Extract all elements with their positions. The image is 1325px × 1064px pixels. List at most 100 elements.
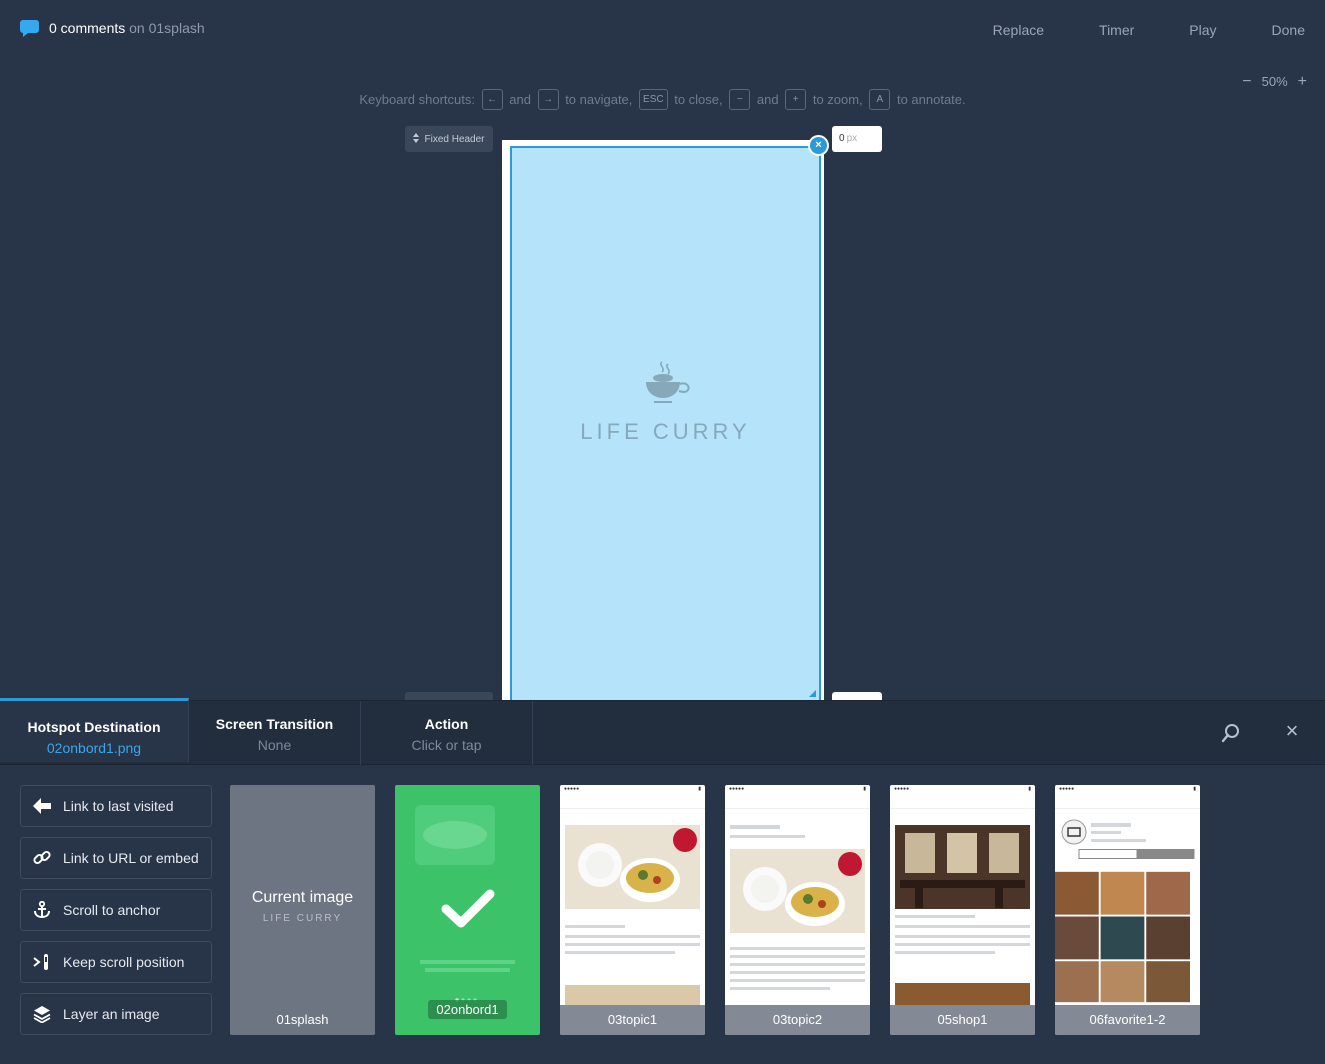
- keep-scroll-position-button[interactable]: Keep scroll position: [20, 941, 212, 983]
- top-bar: 0 comments on 01splash Replace Timer Pla…: [0, 0, 1325, 60]
- mock-text-line: [1091, 839, 1146, 842]
- splash-title: LIFE CURRY: [580, 419, 751, 444]
- shortcuts-navigate: to navigate,: [565, 92, 633, 107]
- comment-bubble-icon: [20, 20, 39, 37]
- tab-value: 02onbord1.png: [46, 740, 142, 756]
- mock-text-line: [895, 915, 975, 918]
- screen-thumb-06favorite1-2[interactable]: ●●●●● ▮ 06favorite1-2: [1055, 785, 1200, 1035]
- arrow-left-icon: [33, 797, 51, 815]
- thumb-caption: 05shop1: [890, 1005, 1035, 1035]
- replace-button[interactable]: Replace: [993, 22, 1044, 38]
- zoom-level: 50%: [1261, 74, 1288, 89]
- mock-nav-title: [1055, 795, 1200, 809]
- mock-text-line: [730, 987, 830, 990]
- key-esc: ESC: [639, 89, 668, 110]
- screen-thumb-03topic2[interactable]: ●●●●● ▮ 03topic2: [725, 785, 870, 1035]
- mock-text-line: [730, 979, 865, 982]
- fixed-header-label: Fixed Header: [424, 133, 485, 145]
- thumb-caption-text: 02onbord1: [428, 1000, 507, 1019]
- restaurant-photo-image: [895, 825, 1030, 909]
- screen-thumb-03topic1[interactable]: ●●●●● ▮ 03topic1: [560, 785, 705, 1035]
- tab-hotspot-destination[interactable]: Hotspot Destination 02onbord1.png: [0, 698, 189, 762]
- tab-action[interactable]: Action Click or tap: [361, 701, 533, 765]
- comments-link[interactable]: 0 comments on 01splash: [20, 20, 205, 37]
- layer-image-button[interactable]: Layer an image: [20, 993, 212, 1035]
- curry-photo-image-2: [565, 985, 700, 1005]
- key-right: →: [537, 89, 559, 110]
- done-button[interactable]: Done: [1272, 22, 1305, 38]
- tab-label: Action: [424, 716, 469, 732]
- mock-nav-title: [890, 795, 1035, 809]
- fixed-header-height-input[interactable]: 0 px: [832, 126, 882, 152]
- curry-photo-image: [565, 825, 700, 909]
- timer-button[interactable]: Timer: [1099, 22, 1134, 38]
- avatar: [1061, 819, 1087, 850]
- splash-logo: LIFE CURRY: [510, 360, 821, 445]
- restaurant-photo-image-2: [895, 983, 1030, 1005]
- tab-label: Hotspot Destination: [27, 719, 161, 735]
- hotspot-delete-button[interactable]: ×: [808, 135, 829, 156]
- scroll-to-anchor-button[interactable]: Scroll to anchor: [20, 889, 212, 931]
- scroll-position-icon: [33, 953, 51, 971]
- favorites-grid-image: [1055, 871, 1190, 1003]
- shortcuts-zoom: to zoom,: [812, 92, 863, 107]
- play-button[interactable]: Play: [1189, 22, 1216, 38]
- mock-statusbar: ●●●●● ▮: [1059, 786, 1196, 792]
- mock-text-line: [895, 925, 1030, 928]
- zoom-control: − 50% +: [1242, 73, 1307, 89]
- keyboard-shortcuts-hint: Keyboard shortcuts: ← and → to navigate,…: [0, 89, 1325, 110]
- layers-icon: [33, 1005, 51, 1023]
- mock-nav-title: [560, 795, 705, 809]
- screen-thumb-02onbord1[interactable]: 02onbord1: [395, 785, 540, 1035]
- mock-text-line: [895, 943, 1030, 946]
- thumb-caption: 01splash: [230, 1005, 375, 1035]
- screen-thumb-05shop1[interactable]: ●●●●● ▮ 05shop1: [890, 785, 1035, 1035]
- tab-screen-transition[interactable]: Screen Transition None: [189, 701, 361, 765]
- top-nav: Replace Timer Play Done: [938, 22, 1305, 38]
- key-plus: +: [785, 89, 807, 110]
- shortcuts-annotate: to annotate.: [896, 92, 966, 107]
- updown-arrows-icon: [413, 132, 420, 146]
- mock-statusbar: ●●●●● ▮: [894, 786, 1031, 792]
- thumb-caption: 03topic2: [725, 1005, 870, 1035]
- mock-text-line: [730, 835, 805, 838]
- link-icon: [33, 849, 51, 867]
- screen-thumb-01splash[interactable]: Current image LIFE CURRY 01splash: [230, 785, 375, 1035]
- hotspot-resize-handle[interactable]: [809, 690, 816, 697]
- search-icon[interactable]: [1221, 723, 1241, 743]
- px-value: 0: [839, 133, 845, 144]
- close-icon[interactable]: ×: [1283, 720, 1301, 742]
- action-label: Layer an image: [63, 1006, 160, 1022]
- segmented-control-image: [1078, 849, 1195, 859]
- action-label: Link to URL or embed: [63, 850, 199, 866]
- key-a: A: [869, 89, 891, 110]
- action-label: Keep scroll position: [63, 954, 185, 970]
- fixed-header-toggle[interactable]: Fixed Header: [405, 126, 493, 152]
- mock-text-line: [730, 955, 865, 958]
- comment-screen-name: on 01splash: [129, 20, 205, 36]
- mock-text-line: [730, 971, 865, 974]
- mock-statusbar: ●●●●● ▮: [564, 786, 701, 792]
- checkmark-icon: [441, 889, 495, 934]
- mock-text-line: [565, 951, 675, 954]
- zoom-in-button[interactable]: +: [1298, 73, 1307, 89]
- tab-label: Screen Transition: [215, 716, 334, 732]
- shortcuts-and: and: [509, 92, 531, 107]
- link-last-visited-button[interactable]: Link to last visited: [20, 785, 212, 827]
- mock-text-line: [565, 925, 625, 928]
- comment-count: 0 comments: [49, 20, 126, 36]
- mock-statusbar: ●●●●● ▮: [729, 786, 866, 792]
- key-minus: −: [729, 89, 751, 110]
- anchor-icon: [33, 901, 51, 919]
- action-label: Link to last visited: [63, 798, 174, 814]
- curry-bowl-icon: [640, 361, 692, 412]
- zoom-out-button[interactable]: −: [1242, 73, 1251, 89]
- thumb-caption: 02onbord1: [395, 995, 540, 1025]
- link-url-button[interactable]: Link to URL or embed: [20, 837, 212, 879]
- mock-text-line: [1091, 831, 1121, 834]
- curry-photo-image: [730, 849, 865, 933]
- mock-text-line: [730, 963, 865, 966]
- px-unit: px: [846, 133, 858, 144]
- mock-text-line: [730, 947, 865, 950]
- key-left: ←: [481, 89, 503, 110]
